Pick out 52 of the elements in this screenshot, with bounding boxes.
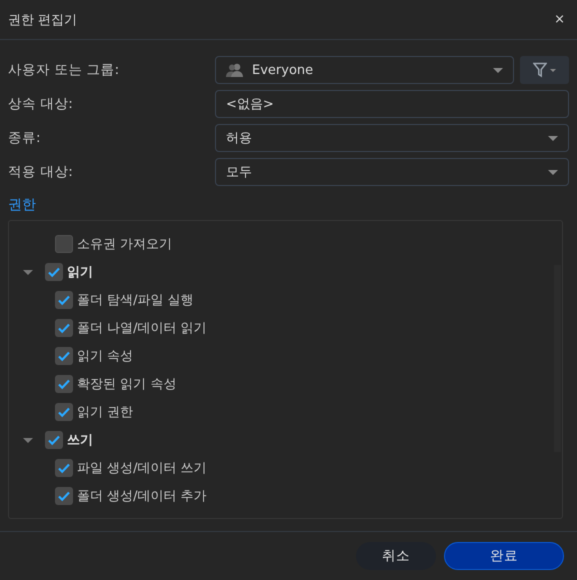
checkbox[interactable] <box>45 263 63 281</box>
permission-label: 확장된 읽기 속성 <box>77 376 176 393</box>
filter-button[interactable] <box>520 56 569 84</box>
checkbox[interactable] <box>55 487 73 505</box>
caret-icon <box>548 136 558 140</box>
close-icon[interactable]: × <box>554 12 565 27</box>
field-label: 적용 대상: <box>8 163 74 181</box>
permission-label: 폴더 생성/데이터 추가 <box>77 488 207 505</box>
permission-label: 폴더 나열/데이터 읽기 <box>77 320 207 337</box>
tree-row[interactable]: 폴더 탐색/파일 실행 <box>9 286 562 314</box>
tree-row[interactable]: 확장된 읽기 속성 <box>9 370 562 398</box>
tree-row[interactable]: 읽기 속성 <box>9 342 562 370</box>
dropdown[interactable]: 허용 <box>215 124 569 152</box>
permission-label: 읽기 <box>67 264 93 281</box>
caret-icon <box>550 68 556 72</box>
caret-icon <box>548 170 558 174</box>
permission-label: 읽기 권한 <box>77 404 134 421</box>
cancel-button[interactable]: 취소 <box>356 542 436 570</box>
tree-row[interactable]: 읽기 <box>9 258 562 286</box>
tree-row[interactable]: 파일 생성/데이터 쓰기 <box>9 454 562 482</box>
field-label: 상속 대상: <box>8 95 74 113</box>
tree-row[interactable]: 폴더 생성/데이터 추가 <box>9 482 562 510</box>
checkbox[interactable] <box>45 431 63 449</box>
permission-label: 소유권 가져오기 <box>77 236 172 253</box>
tree-row[interactable]: 읽기 권한 <box>9 398 562 426</box>
permission-label: 읽기 속성 <box>77 348 134 365</box>
permission-label: 파일 생성/데이터 쓰기 <box>77 460 207 477</box>
field-label: 종류: <box>8 129 42 147</box>
checkbox[interactable] <box>55 403 73 421</box>
checkbox[interactable] <box>55 291 73 309</box>
section-heading: 권한 <box>7 196 37 215</box>
checkbox[interactable] <box>55 235 73 253</box>
checkbox[interactable] <box>55 347 73 365</box>
checkbox[interactable] <box>55 319 73 337</box>
checkbox[interactable] <box>55 375 73 393</box>
permission-label: 폴더 탐색/파일 실행 <box>77 292 194 309</box>
window-title: 권한 편집기 <box>8 12 78 28</box>
expand-caret-icon[interactable] <box>23 270 33 274</box>
tree-row[interactable]: 소유권 가져오기 <box>9 230 562 258</box>
expand-caret-icon[interactable] <box>23 438 33 442</box>
users-icon <box>226 63 244 77</box>
text-field[interactable]: <없음> <box>215 90 569 118</box>
group-dropdown[interactable]: Everyone <box>215 56 514 84</box>
caret-icon <box>493 68 503 72</box>
tree-row[interactable]: 쓰기 <box>9 426 562 454</box>
tree-row[interactable]: 폴더 나열/데이터 읽기 <box>9 314 562 342</box>
permission-label: 쓰기 <box>67 432 93 449</box>
checkbox[interactable] <box>55 459 73 477</box>
filter-icon <box>533 62 547 78</box>
done-button[interactable]: 완료 <box>444 542 564 570</box>
dropdown[interactable]: 모두 <box>215 158 569 186</box>
field-label: 사용자 또는 그룹: <box>8 61 120 79</box>
